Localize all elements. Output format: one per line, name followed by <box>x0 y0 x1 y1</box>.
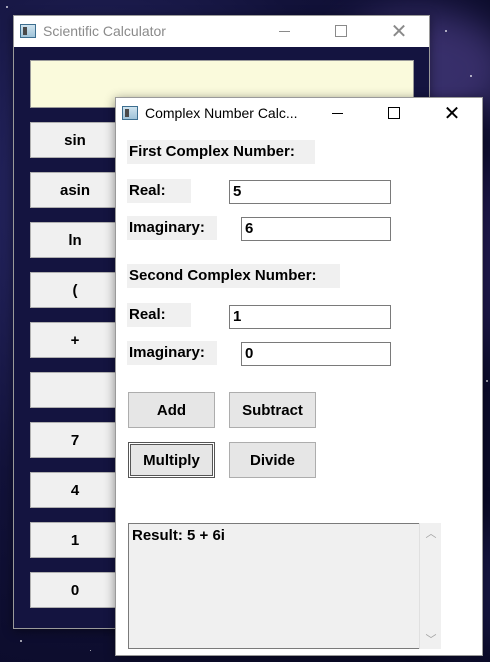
ln-button[interactable]: ln <box>30 222 120 258</box>
open-paren-button[interactable]: ( <box>30 272 120 308</box>
cx-window-title: Complex Number Calc... <box>145 105 298 121</box>
minimize-icon[interactable] <box>261 16 307 46</box>
app-icon <box>20 24 36 38</box>
sci-titlebar[interactable]: Scientific Calculator ✕ <box>14 16 429 46</box>
sci-window-title: Scientific Calculator <box>43 23 166 39</box>
multiply-button[interactable]: Multiply <box>128 442 215 478</box>
second-number-heading: Second Complex Number: <box>127 264 340 288</box>
scroll-up-icon[interactable]: ︿ <box>420 523 442 543</box>
scroll-down-icon[interactable]: ﹀ <box>420 629 442 649</box>
digit-1-button[interactable]: 1 <box>30 522 120 558</box>
result-scrollbar[interactable]: ︿ ﹀ <box>419 523 441 649</box>
first-real-input[interactable]: 5 <box>229 180 391 204</box>
first-imaginary-input[interactable]: 6 <box>241 217 391 241</box>
maximize-icon[interactable] <box>371 98 417 128</box>
first-imaginary-label: Imaginary: <box>127 216 217 240</box>
digit-4-button[interactable]: 4 <box>30 472 120 508</box>
second-real-input[interactable]: 1 <box>229 305 391 329</box>
second-imaginary-input[interactable]: 0 <box>241 342 391 366</box>
result-textarea[interactable]: Result: 5 + 6i <box>128 523 441 649</box>
digit-0-button[interactable]: 0 <box>30 572 120 608</box>
sin-button[interactable]: sin <box>30 122 120 158</box>
close-icon[interactable]: ✕ <box>429 98 475 128</box>
result-text: Result: 5 + 6i <box>132 527 225 544</box>
second-imaginary-label: Imaginary: <box>127 341 217 365</box>
add-button[interactable]: Add <box>128 392 215 428</box>
complex-calculator-window: Complex Number Calc... ✕ First Complex N… <box>115 97 483 656</box>
plus-button[interactable]: + <box>30 322 120 358</box>
maximize-icon[interactable] <box>318 16 364 46</box>
app-icon <box>122 106 138 120</box>
cx-client-area: First Complex Number: Real: 5 Imaginary:… <box>116 129 482 655</box>
first-real-label: Real: <box>127 179 191 203</box>
close-icon[interactable]: ✕ <box>376 16 422 46</box>
digit-7-button[interactable]: 7 <box>30 422 120 458</box>
divide-button[interactable]: Divide <box>229 442 316 478</box>
cx-titlebar[interactable]: Complex Number Calc... ✕ <box>116 98 482 128</box>
second-real-label: Real: <box>127 303 191 327</box>
minimize-icon[interactable] <box>314 98 360 128</box>
subtract-button[interactable]: Subtract <box>229 392 316 428</box>
first-number-heading: First Complex Number: <box>127 140 315 164</box>
asin-button[interactable]: asin <box>30 172 120 208</box>
